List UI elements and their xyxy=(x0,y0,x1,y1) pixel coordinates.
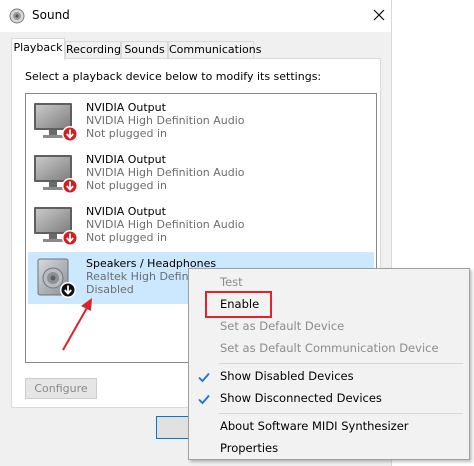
annotation-highlight-box xyxy=(205,291,272,318)
device-description: NVIDIA High Definition Audio xyxy=(86,218,245,231)
checkmark-icon xyxy=(198,394,210,405)
configure-button[interactable]: Configure xyxy=(25,378,97,399)
close-button[interactable] xyxy=(368,4,390,26)
tab-playback[interactable]: Playback xyxy=(11,38,65,60)
device-item[interactable]: NVIDIA Output NVIDIA High Definition Aud… xyxy=(28,200,374,252)
speaker-icon xyxy=(37,258,76,298)
menu-item-set-default[interactable]: Set as Default Device xyxy=(189,316,469,337)
device-status: Not plugged in xyxy=(86,231,168,244)
device-status: Not plugged in xyxy=(86,127,168,140)
menu-item-label: Show Disabled Devices xyxy=(220,369,354,383)
tab-communications[interactable]: Communications xyxy=(168,41,261,59)
checkmark-icon xyxy=(198,372,210,383)
menu-item-test[interactable]: Test xyxy=(189,272,469,293)
menu-item-show-disabled[interactable]: Show Disabled Devices xyxy=(189,366,469,387)
menu-item-about-midi[interactable]: About Software MIDI Synthesizer xyxy=(189,416,469,437)
speaker-icon xyxy=(9,8,25,24)
device-status: Not plugged in xyxy=(86,179,168,192)
title-bar: Sound xyxy=(0,0,391,32)
device-name: NVIDIA Output xyxy=(86,205,166,218)
monitor-icon xyxy=(34,155,78,194)
menu-item-set-default-communication[interactable]: Set as Default Communication Device xyxy=(189,338,469,359)
device-status: Disabled xyxy=(86,283,134,296)
menu-item-show-disconnected[interactable]: Show Disconnected Devices xyxy=(189,388,469,409)
device-item[interactable]: NVIDIA Output NVIDIA High Definition Aud… xyxy=(28,96,374,148)
instruction-text: Select a playback device below to modify… xyxy=(25,70,322,83)
menu-item-label: Show Disconnected Devices xyxy=(220,391,382,405)
monitor-icon xyxy=(34,207,78,246)
device-description: NVIDIA High Definition Audio xyxy=(86,114,245,127)
menu-item-properties[interactable]: Properties xyxy=(189,438,469,459)
tab-sounds[interactable]: Sounds xyxy=(121,41,168,59)
menu-separator xyxy=(219,363,463,364)
menu-separator xyxy=(219,413,463,414)
monitor-icon xyxy=(34,103,78,142)
device-name: NVIDIA Output xyxy=(86,101,166,114)
tab-recording[interactable]: Recording xyxy=(65,41,121,59)
window-title: Sound xyxy=(32,8,70,22)
device-item[interactable]: NVIDIA Output NVIDIA High Definition Aud… xyxy=(28,148,374,200)
device-name: NVIDIA Output xyxy=(86,153,166,166)
close-icon xyxy=(373,9,385,21)
device-description: NVIDIA High Definition Audio xyxy=(86,166,245,179)
